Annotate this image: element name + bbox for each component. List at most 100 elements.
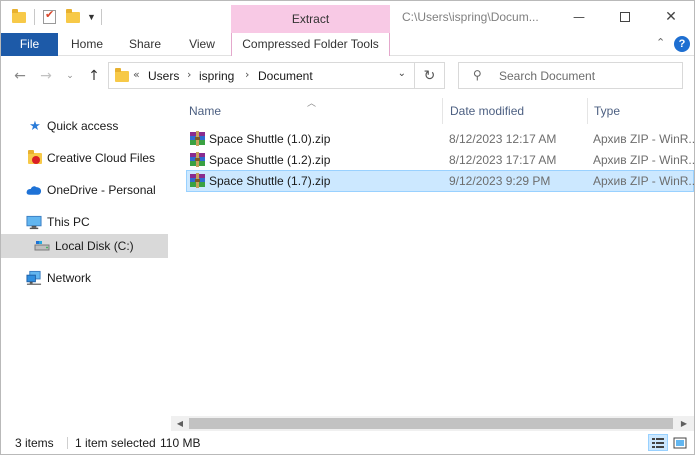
file-type: Архив ZIP - WinR... bbox=[593, 132, 695, 146]
folder-icon bbox=[12, 8, 26, 23]
winrar-archive-icon bbox=[190, 152, 205, 167]
nav-item-label: OneDrive - Personal bbox=[47, 183, 156, 197]
breadcrumb-overflow[interactable]: « bbox=[133, 68, 140, 81]
column-divider[interactable] bbox=[587, 98, 588, 124]
nav-item-label: Network bbox=[47, 271, 92, 285]
back-button[interactable]: ← bbox=[9, 65, 31, 87]
breadcrumb-users[interactable]: Users bbox=[148, 69, 179, 83]
file-date: 8/12/2023 12:17 AM bbox=[449, 132, 557, 146]
network-icon bbox=[26, 270, 42, 286]
help-button[interactable]: ? bbox=[674, 36, 690, 52]
tab-file[interactable]: File bbox=[1, 33, 58, 56]
nav-item-label: Local Disk (C:) bbox=[55, 239, 134, 253]
maximize-button[interactable] bbox=[602, 1, 648, 33]
chevron-right-icon[interactable]: › bbox=[187, 68, 191, 81]
collapse-ribbon-button[interactable]: ⌃ bbox=[656, 36, 665, 49]
breadcrumb-document[interactable]: Document bbox=[258, 69, 313, 83]
window-title: C:\Users\ispring\Docum... bbox=[402, 10, 539, 24]
nav-item-label: Quick access bbox=[47, 119, 119, 133]
new-folder-button[interactable] bbox=[66, 7, 80, 27]
chevron-down-icon: ⌄ bbox=[66, 71, 74, 81]
selection-count: 1 item selected bbox=[75, 436, 156, 450]
customize-toolbar-button[interactable]: ▼ bbox=[87, 7, 96, 27]
maximize-icon bbox=[620, 12, 630, 22]
properties-button[interactable] bbox=[43, 7, 56, 27]
large-icons-view-button[interactable] bbox=[670, 434, 690, 451]
minimize-icon: — bbox=[573, 10, 585, 24]
ribbon-tabs: File Home Share View Compressed Folder T… bbox=[1, 33, 694, 56]
minimize-button[interactable]: — bbox=[556, 1, 602, 33]
tab-share[interactable]: Share bbox=[121, 33, 169, 56]
arrow-left-icon: ← bbox=[14, 68, 26, 84]
scroll-left-button[interactable]: ◀ bbox=[173, 418, 187, 429]
search-icon: ⚲ bbox=[473, 68, 482, 82]
breadcrumb-ispring[interactable]: ispring bbox=[199, 69, 234, 83]
column-header-type[interactable]: Type bbox=[594, 104, 694, 124]
chevron-right-icon[interactable]: › bbox=[245, 68, 249, 81]
recent-locations-button[interactable]: ⌄ bbox=[63, 65, 77, 87]
nav-item-network[interactable]: Network bbox=[1, 266, 168, 290]
column-header-date-modified[interactable]: Date modified bbox=[450, 104, 586, 124]
address-bar[interactable]: « Users › ispring › Document ⌄ bbox=[108, 62, 415, 89]
new-folder-icon bbox=[66, 8, 80, 23]
winrar-archive-icon bbox=[190, 131, 205, 146]
item-count: 3 items bbox=[15, 436, 54, 450]
close-button[interactable]: ✕ bbox=[648, 1, 694, 33]
dropdown-arrow-icon: ▼ bbox=[87, 12, 96, 22]
details-view-button[interactable] bbox=[648, 434, 668, 451]
arrow-up-icon: ↑ bbox=[88, 68, 100, 84]
search-placeholder: Search Document bbox=[499, 69, 596, 83]
details-view-icon bbox=[652, 437, 664, 448]
tab-compressed-folder-tools[interactable]: Compressed Folder Tools bbox=[231, 33, 390, 56]
column-divider[interactable] bbox=[442, 98, 443, 124]
nav-item-creative-cloud-files[interactable]: Creative Cloud Files bbox=[1, 146, 168, 170]
star-icon: ★ bbox=[29, 118, 41, 134]
file-date: 9/12/2023 9:29 PM bbox=[449, 174, 551, 188]
address-dropdown-icon[interactable]: ⌄ bbox=[398, 68, 406, 79]
drive-icon bbox=[34, 238, 50, 254]
creative-cloud-folder-icon bbox=[27, 149, 43, 166]
divider bbox=[34, 9, 35, 25]
cloud-icon bbox=[26, 182, 42, 198]
file-date: 8/12/2023 17:17 AM bbox=[449, 153, 557, 167]
search-box[interactable]: ⚲ Search Document bbox=[458, 62, 683, 89]
properties-icon bbox=[43, 8, 56, 24]
winrar-archive-icon bbox=[190, 173, 205, 188]
nav-item-quick-access[interactable]: ★ Quick access bbox=[1, 114, 168, 138]
tab-view[interactable]: View bbox=[179, 33, 225, 56]
file-row[interactable]: Space Shuttle (1.0).zip 8/12/2023 12:17 … bbox=[186, 129, 695, 149]
file-type: Архив ZIP - WinR... bbox=[593, 174, 695, 188]
close-icon: ✕ bbox=[665, 9, 677, 25]
navigation-pane: ★ Quick access Creative Cloud Files OneD… bbox=[1, 96, 171, 431]
horizontal-scrollbar[interactable]: ◀ ▶ bbox=[171, 416, 694, 431]
chevron-up-icon: ⌃ bbox=[656, 36, 666, 49]
explorer-window: ▼ Extract C:\Users\ispring\Docum... — ✕ … bbox=[0, 0, 695, 455]
forward-button[interactable]: → bbox=[35, 65, 57, 87]
up-button[interactable]: ↑ bbox=[83, 65, 105, 87]
file-name: Space Shuttle (1.7).zip bbox=[209, 174, 331, 188]
quick-access-folder-button[interactable] bbox=[12, 7, 26, 27]
nav-item-this-pc[interactable]: This PC bbox=[1, 210, 168, 234]
scroll-right-button[interactable]: ▶ bbox=[677, 418, 691, 429]
column-header-name[interactable]: Name bbox=[189, 104, 441, 124]
help-icon: ? bbox=[678, 38, 686, 50]
extract-context-group: Extract bbox=[231, 5, 390, 34]
nav-item-label: This PC bbox=[47, 215, 90, 229]
file-row[interactable]: Space Shuttle (1.2).zip 8/12/2023 17:17 … bbox=[186, 150, 695, 170]
file-name: Space Shuttle (1.0).zip bbox=[209, 132, 331, 146]
nav-item-onedrive[interactable]: OneDrive - Personal bbox=[1, 178, 168, 202]
status-bar: 3 items 1 item selected 110 MB bbox=[1, 431, 694, 454]
refresh-button[interactable]: ↻ bbox=[415, 62, 445, 89]
file-type: Архив ZIP - WinR... bbox=[593, 153, 695, 167]
title-bar: ▼ Extract C:\Users\ispring\Docum... — ✕ bbox=[1, 1, 694, 34]
nav-item-label: Creative Cloud Files bbox=[47, 151, 156, 165]
scrollbar-thumb[interactable] bbox=[189, 418, 673, 429]
file-list: ︿ Name Date modified Type Space Shuttle … bbox=[171, 96, 695, 416]
divider bbox=[101, 9, 102, 25]
nav-item-local-disk[interactable]: Local Disk (C:) bbox=[1, 234, 168, 258]
refresh-icon: ↻ bbox=[423, 67, 436, 84]
file-row-selected[interactable]: Space Shuttle (1.7).zip 9/12/2023 9:29 P… bbox=[186, 170, 695, 192]
folder-icon bbox=[115, 68, 129, 82]
tab-home[interactable]: Home bbox=[63, 33, 111, 56]
selection-size: 110 MB bbox=[160, 436, 201, 450]
